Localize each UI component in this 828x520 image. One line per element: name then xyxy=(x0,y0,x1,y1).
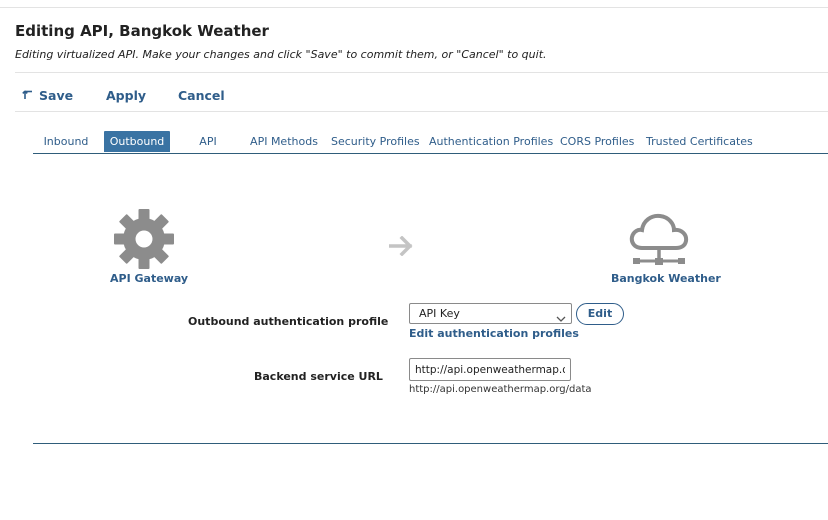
page-title: Editing API, Bangkok Weather xyxy=(15,22,269,40)
apply-button[interactable]: Apply xyxy=(106,88,146,103)
toolbar-divider xyxy=(15,111,828,112)
save-button[interactable]: Save xyxy=(22,88,73,103)
backend-url-hint: http://api.openweathermap.org/data xyxy=(409,384,592,395)
save-label: Save xyxy=(39,88,74,103)
edit-button[interactable]: Edit xyxy=(576,303,624,325)
backend-url-input[interactable] xyxy=(409,358,571,381)
tab-bar: Inbound Outbound API API Methods Securit… xyxy=(33,131,828,154)
tab-authentication-profiles[interactable]: Authentication Profiles xyxy=(429,131,553,152)
edit-authentication-profiles-link[interactable]: Edit authentication profiles xyxy=(409,327,579,340)
tab-cors-profiles[interactable]: CORS Profiles xyxy=(560,131,634,152)
tab-outbound[interactable]: Outbound xyxy=(104,131,170,152)
top-divider xyxy=(0,7,828,8)
api-gateway-label: API Gateway xyxy=(110,272,189,285)
gear-icon xyxy=(114,209,174,273)
bangkok-weather-label: Bangkok Weather xyxy=(611,272,721,285)
arrow-right-icon xyxy=(388,235,413,260)
tab-security-profiles[interactable]: Security Profiles xyxy=(331,131,420,152)
return-arrow-icon xyxy=(22,90,33,101)
cloud-network-icon xyxy=(629,212,689,272)
page-subtitle: Editing virtualized API. Make your chang… xyxy=(15,48,547,61)
auth-profile-label: Outbound authentication profile xyxy=(188,315,389,328)
tab-trusted-certificates[interactable]: Trusted Certificates xyxy=(646,131,753,152)
tab-inbound[interactable]: Inbound xyxy=(33,131,99,152)
auth-profile-select[interactable]: API Key xyxy=(409,303,572,324)
tab-api[interactable]: API xyxy=(181,131,235,152)
bottom-divider xyxy=(33,443,828,444)
header-divider xyxy=(15,72,828,73)
auth-profile-value: API Key xyxy=(419,307,460,320)
tab-api-methods[interactable]: API Methods xyxy=(249,131,319,152)
backend-url-label: Backend service URL xyxy=(254,370,383,383)
cancel-button[interactable]: Cancel xyxy=(178,88,225,103)
